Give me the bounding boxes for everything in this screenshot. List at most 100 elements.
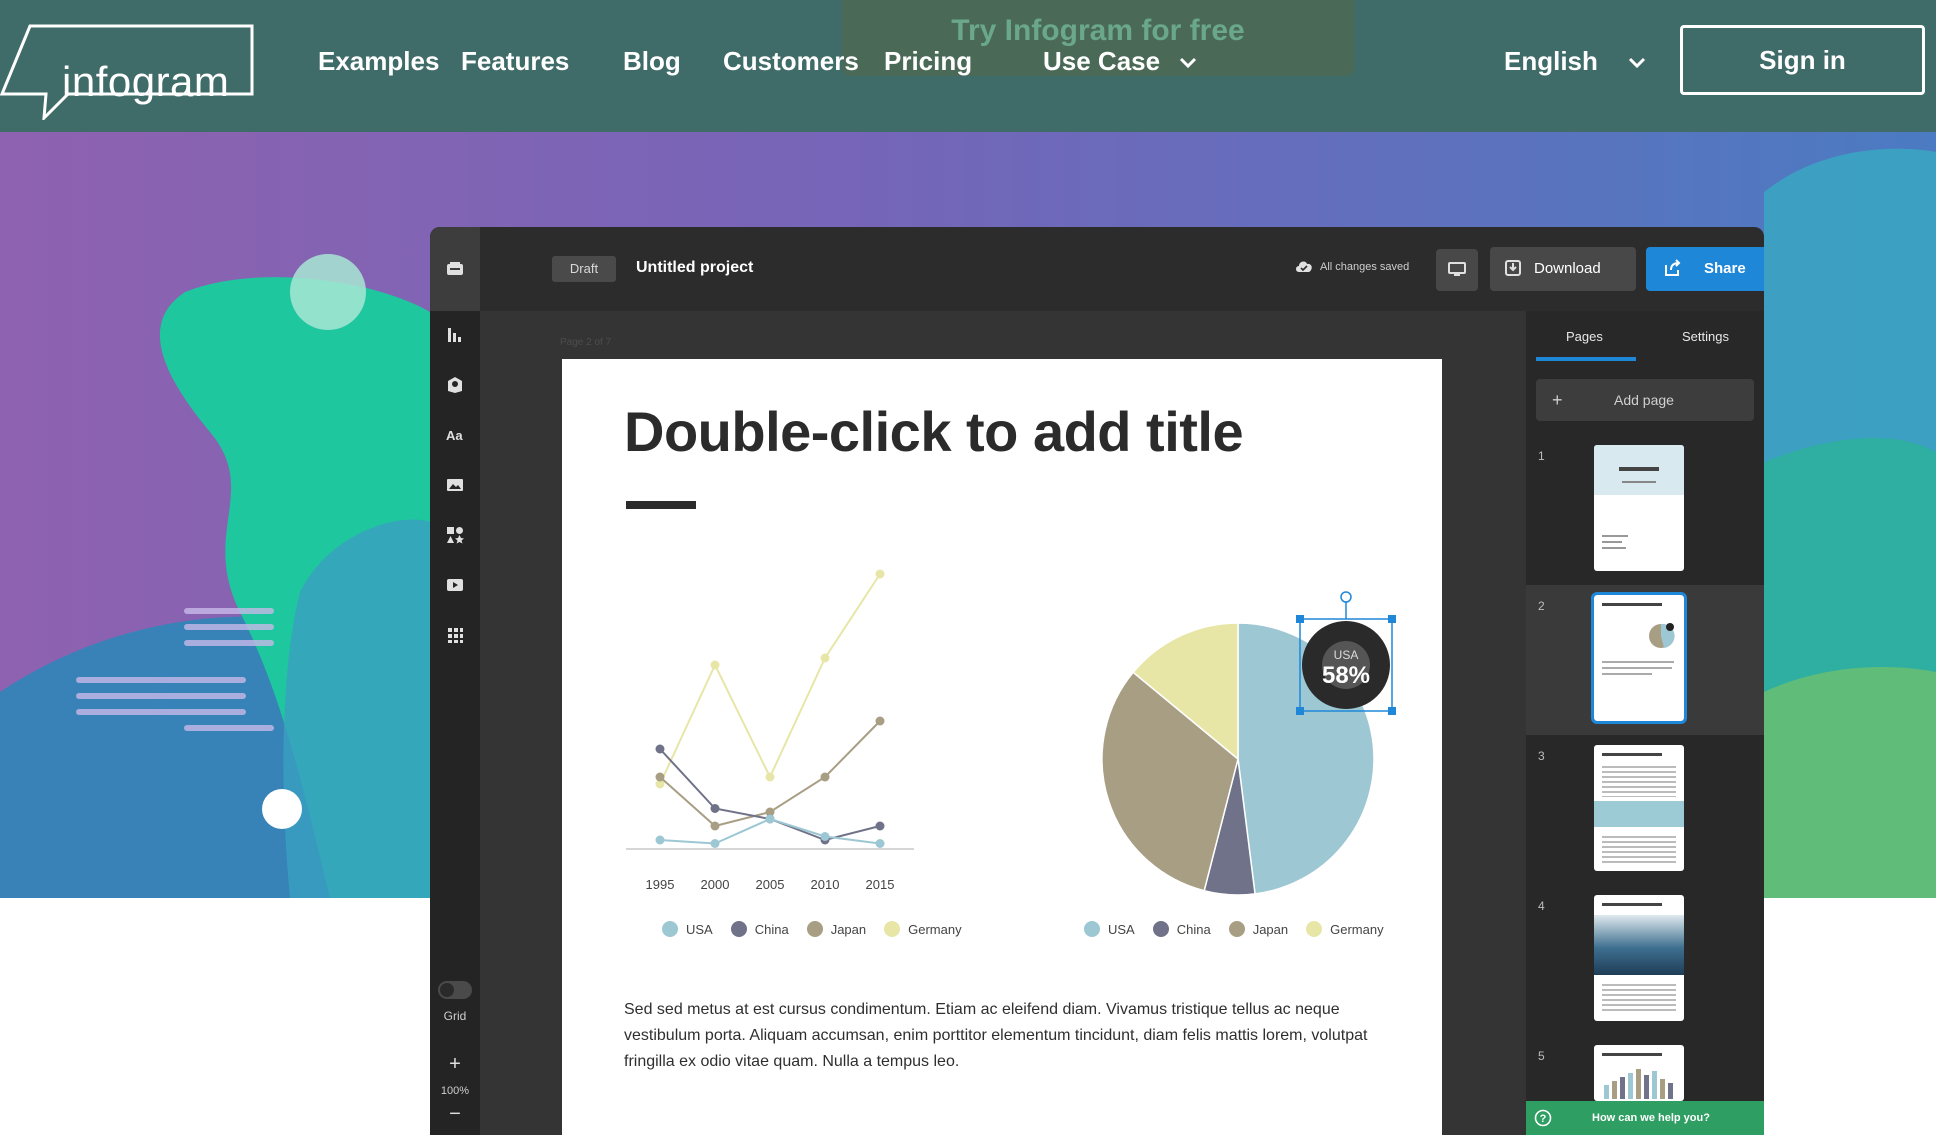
tab-pages[interactable]: Pages — [1566, 329, 1603, 344]
legend-item-china: China — [1152, 921, 1211, 937]
preview-button[interactable] — [1436, 249, 1478, 291]
page-thumbnail-row[interactable]: 3 — [1526, 735, 1764, 885]
legend-swatch — [662, 921, 678, 937]
share-button[interactable]: Share — [1646, 247, 1764, 291]
thumb-text-line — [1602, 661, 1674, 663]
nav-features[interactable]: Features — [461, 46, 569, 77]
line-point-japan[interactable] — [655, 772, 665, 782]
line-point-usa[interactable] — [655, 835, 665, 845]
nav-blog[interactable]: Blog — [623, 46, 681, 77]
page-thumbnail[interactable] — [1594, 1045, 1684, 1101]
page-thumbnail[interactable] — [1594, 895, 1684, 1021]
rotate-handle[interactable] — [1340, 591, 1352, 603]
thumbnail-number: 3 — [1538, 749, 1545, 763]
body-paragraph[interactable]: Sed sed metus at est cursus condimentum.… — [624, 997, 1384, 1075]
line-chart-legend: USA China Japan Germany — [662, 921, 962, 937]
page-indicator: Page 2 of 7 — [560, 337, 612, 348]
nav-use-case[interactable]: Use Case — [1043, 46, 1160, 77]
legend-swatch — [1084, 921, 1100, 937]
line-point-usa[interactable] — [820, 832, 830, 841]
page-thumbnail[interactable] — [1594, 445, 1684, 571]
document-page[interactable]: Double-click to add title 1995 2000 2005 20… — [562, 359, 1442, 1135]
line-point-usa[interactable] — [875, 839, 885, 848]
video-icon[interactable] — [445, 575, 465, 595]
callout-label: USA — [1334, 648, 1359, 662]
line-point-china[interactable] — [875, 821, 885, 831]
shapes-icon[interactable] — [445, 525, 465, 545]
draft-badge: Draft — [552, 256, 616, 282]
line-point-japan[interactable] — [875, 716, 885, 726]
thumb-text-block — [1602, 833, 1676, 865]
line-point-germany[interactable] — [875, 569, 885, 579]
x-tick-label: 2010 — [811, 877, 840, 892]
legend-swatch — [1152, 921, 1169, 937]
legend-label: China — [1176, 921, 1211, 937]
grid-toggle-knob — [440, 983, 454, 997]
thumb-title-line — [1602, 603, 1662, 606]
x-tick-label: 2000 — [701, 877, 730, 892]
add-page-button[interactable]: + Add page — [1536, 379, 1754, 421]
help-chat-button[interactable]: ? How can we help you? — [1526, 1101, 1764, 1135]
line-point-japan[interactable] — [710, 821, 720, 831]
tab-settings[interactable]: Settings — [1682, 329, 1729, 344]
page-thumbnail-row-selected[interactable]: 2 — [1526, 585, 1764, 735]
x-tick-label: 2015 — [866, 877, 895, 892]
line-point-usa[interactable] — [710, 839, 720, 848]
line-point-germany[interactable] — [765, 772, 775, 782]
line-series-china[interactable] — [659, 748, 881, 842]
line-point-china[interactable] — [655, 744, 665, 754]
grid-toggle[interactable] — [438, 981, 472, 999]
infogram-logo[interactable]: infogram — [0, 24, 255, 122]
canvas-area: Page 2 of 7 Double-click to add title 19… — [480, 311, 1506, 1135]
thumb-text-line — [1602, 547, 1626, 549]
zoom-level: 100% — [440, 1085, 470, 1097]
editor-window: Aa Grid + 100% − Draft Untitled project … — [430, 227, 1764, 1135]
legend-swatch — [730, 921, 747, 937]
chevron-down-icon[interactable] — [1178, 52, 1198, 72]
line-point-china[interactable] — [710, 804, 720, 813]
thumb-text-block — [1602, 981, 1676, 1013]
resize-handle[interactable] — [1388, 707, 1396, 715]
project-title[interactable]: Untitled project — [636, 259, 753, 277]
line-point-germany[interactable] — [820, 653, 830, 663]
tray-icon[interactable] — [445, 259, 465, 279]
legend-label: China — [754, 921, 789, 937]
legend-item-usa: USA — [1084, 921, 1135, 937]
language-chevron-down-icon[interactable] — [1627, 52, 1647, 72]
line-series-germany[interactable] — [659, 573, 881, 785]
resize-handle[interactable] — [1296, 707, 1304, 715]
legend-item-japan: Japan — [806, 921, 866, 937]
page-thumbnail-row[interactable]: 4 — [1526, 885, 1764, 1035]
nav-examples[interactable]: Examples — [318, 46, 439, 77]
thumb-title-line — [1602, 753, 1662, 756]
thumb-subtitle-line — [1622, 481, 1656, 483]
charts-svg[interactable]: 1995 2000 2005 2010 2015USA58% — [562, 359, 1442, 979]
page-thumbnail[interactable] — [1594, 745, 1684, 871]
sign-in-button[interactable]: Sign in — [1680, 25, 1925, 95]
question-circle-icon: ? — [1534, 1109, 1552, 1127]
thumb-text-line — [1602, 667, 1672, 669]
resize-handle[interactable] — [1296, 615, 1304, 623]
thumbnail-number: 1 — [1538, 449, 1545, 463]
grid-apps-icon[interactable] — [445, 625, 465, 645]
bar-chart-icon[interactable] — [445, 325, 465, 345]
legend-swatch — [1306, 921, 1323, 937]
language-select[interactable]: English — [1504, 46, 1598, 77]
image-icon[interactable] — [445, 475, 465, 495]
legend-label: USA — [686, 921, 713, 937]
line-point-japan[interactable] — [820, 772, 830, 782]
zoom-in-button[interactable]: + — [430, 1053, 480, 1076]
line-point-usa[interactable] — [765, 814, 775, 824]
page-thumbnail-row[interactable]: 1 — [1526, 435, 1764, 585]
line-point-germany[interactable] — [710, 660, 720, 670]
nav-customers[interactable]: Customers — [723, 46, 859, 77]
grid-label: Grid — [443, 1009, 467, 1023]
text-icon[interactable]: Aa — [445, 425, 465, 445]
add-page-label: Add page — [1614, 392, 1674, 408]
zoom-out-button[interactable]: − — [430, 1103, 480, 1126]
download-button[interactable]: Download — [1490, 247, 1636, 291]
resize-handle[interactable] — [1388, 615, 1396, 623]
page-thumbnail-selected[interactable] — [1591, 592, 1687, 724]
map-icon[interactable] — [445, 375, 465, 395]
nav-pricing[interactable]: Pricing — [884, 46, 972, 77]
